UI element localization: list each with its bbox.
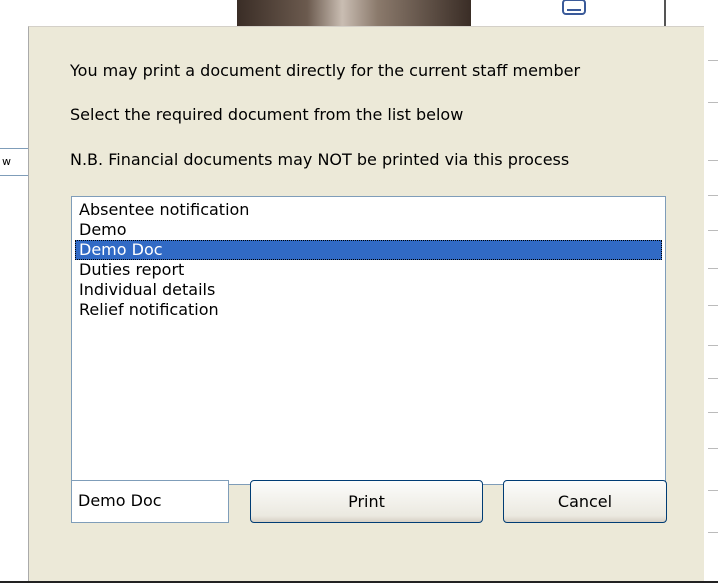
background-grid-edge [704,0,718,583]
background-divider [664,0,666,26]
instruction-select-document: Select the required document from the li… [70,105,464,124]
background-tab-label: w [2,155,11,168]
list-item[interactable]: Individual details [75,280,662,300]
instruction-print-directly: You may print a document directly for th… [70,61,581,80]
background-window-frame [0,0,10,583]
list-item-selected[interactable]: Demo Doc [75,240,662,260]
staff-photo [237,0,471,26]
print-button[interactable]: Print [250,480,483,523]
print-document-dialog: You may print a document directly for th… [28,26,704,581]
list-item[interactable]: Duties report [75,260,662,280]
financial-documents-note: N.B. Financial documents may NOT be prin… [70,150,570,169]
document-list[interactable]: Absentee notification Demo Demo Doc Duti… [71,196,666,485]
selected-document-field[interactable]: Demo Doc [71,480,229,523]
list-item[interactable]: Demo [75,220,662,240]
document-icon [560,0,588,20]
background-tab[interactable]: w [0,148,30,176]
cancel-button[interactable]: Cancel [503,480,667,523]
list-item[interactable]: Relief notification [75,300,662,320]
list-item[interactable]: Absentee notification [75,200,662,220]
